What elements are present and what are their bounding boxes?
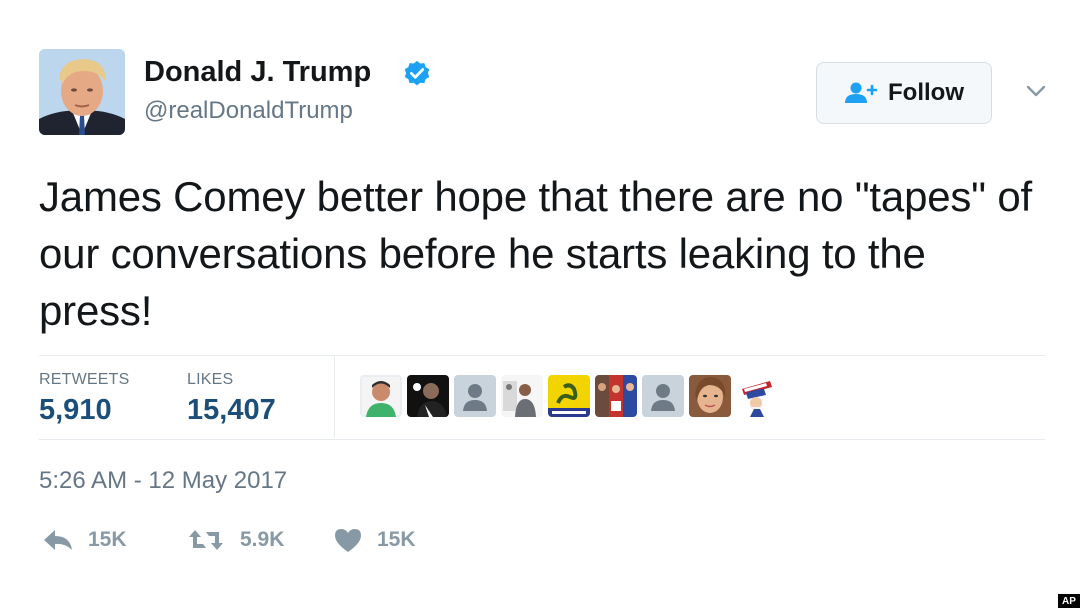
likers-list: [360, 375, 778, 419]
verified-badge-icon: [404, 60, 430, 86]
tweet-timestamp[interactable]: 5:26 AM - 12 May 2017: [39, 467, 287, 495]
divider: [39, 439, 1045, 440]
divider: [334, 356, 335, 438]
retweet-button[interactable]: 5.9K: [186, 523, 284, 557]
gadsden-flag-avatar-icon[interactable]: [548, 375, 590, 417]
default-avatar-icon[interactable]: [642, 375, 684, 417]
liker-avatar-green-icon[interactable]: [360, 375, 402, 417]
retweet-count: 5.9K: [240, 528, 285, 551]
like-count: 15K: [377, 528, 416, 551]
retweet-icon: [189, 530, 223, 550]
follow-button[interactable]: Follow: [816, 62, 992, 124]
add-user-icon: [845, 82, 878, 103]
retweets-label[interactable]: RETWEETS: [39, 371, 130, 389]
liker-avatar-dark-icon[interactable]: [407, 375, 449, 417]
like-button[interactable]: 15K: [333, 523, 416, 557]
reply-button[interactable]: 15K: [42, 523, 127, 557]
author-handle[interactable]: @realDonaldTrump: [144, 97, 353, 125]
ap-watermark: AP: [1058, 594, 1080, 608]
liker-avatar-photo-icon[interactable]: [501, 375, 543, 417]
reply-icon: [44, 530, 72, 550]
author-avatar[interactable]: [39, 49, 125, 135]
reply-count: 15K: [88, 528, 127, 551]
liker-avatar-face-icon[interactable]: [689, 375, 731, 417]
liker-avatar-collage-icon[interactable]: [595, 375, 637, 417]
divider: [39, 355, 1045, 356]
likes-count[interactable]: 15,407: [187, 394, 276, 427]
chevron-down-icon[interactable]: [1024, 82, 1048, 100]
default-avatar-icon[interactable]: [454, 375, 496, 417]
tweet-text: James Comey better hope that there are n…: [39, 173, 1032, 334]
author-name[interactable]: Donald J. Trump: [144, 56, 371, 89]
heart-icon: [335, 529, 361, 552]
likes-label[interactable]: LIKES: [187, 371, 233, 389]
portrait-avatar-icon: [39, 49, 125, 135]
uncle-sam-avatar-icon[interactable]: [736, 375, 778, 417]
follow-button-label: Follow: [888, 79, 964, 106]
retweets-count[interactable]: 5,910: [39, 394, 112, 427]
